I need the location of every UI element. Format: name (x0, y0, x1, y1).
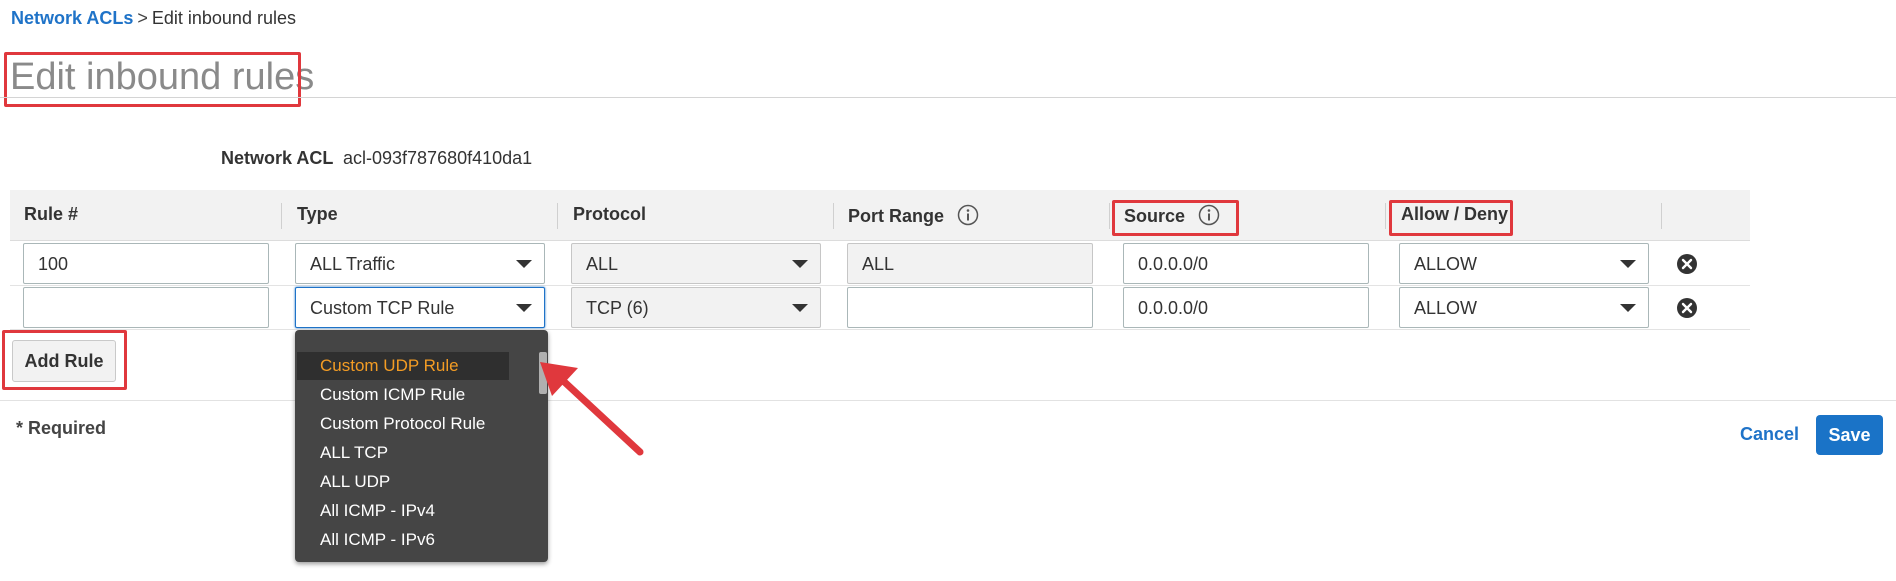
dropdown-option[interactable]: ALL UDP (320, 472, 390, 492)
column-divider (1109, 203, 1110, 229)
protocol-select: ALL (571, 243, 821, 284)
breadcrumb-separator: > (137, 8, 148, 28)
remove-rule-icon[interactable] (1676, 253, 1698, 275)
row-divider (10, 329, 1750, 330)
protocol-select-value: ALL (586, 254, 619, 274)
port-range-input[interactable] (847, 287, 1093, 328)
dropdown-option[interactable]: ALL TCP (320, 443, 388, 463)
allow-deny-select-value: ALLOW (1414, 298, 1478, 318)
type-select[interactable]: ALL Traffic (295, 243, 545, 284)
dropdown-option[interactable]: All ICMP - IPv6 (320, 530, 435, 550)
type-select-value: Custom TCP Rule (310, 298, 455, 318)
breadcrumb-network-acls-link[interactable]: Network ACLs (11, 8, 133, 28)
caret-down-icon (516, 260, 532, 268)
column-divider (1385, 203, 1386, 229)
source-input[interactable]: 0.0.0.0/0 (1123, 243, 1369, 284)
column-divider (557, 203, 558, 229)
footer-divider (0, 400, 1896, 401)
column-divider (833, 203, 834, 229)
cancel-button[interactable]: Cancel (1740, 424, 1799, 445)
annotation-box-add-rule (2, 330, 127, 390)
header-port-range-label: Port Range (848, 206, 945, 226)
dropdown-option[interactable]: All ICMP - IPv4 (320, 501, 435, 521)
caret-down-icon (792, 260, 808, 268)
protocol-select-value: TCP (6) (586, 298, 649, 318)
caret-down-icon (792, 304, 808, 312)
row-divider (10, 285, 1750, 286)
header-type: Type (297, 204, 338, 224)
dropdown-option[interactable]: Custom UDP Rule (320, 356, 459, 376)
type-select[interactable]: Custom TCP Rule (295, 287, 545, 328)
breadcrumb: Network ACLs > Edit inbound rules (11, 8, 296, 29)
caret-down-icon (1620, 260, 1636, 268)
annotation-box-title (4, 52, 301, 107)
allow-deny-select-value: ALLOW (1414, 254, 1478, 274)
column-divider (1661, 203, 1662, 229)
type-dropdown-menu: Custom UDP Rule Custom ICMP Rule Custom … (295, 330, 548, 562)
header-port-range: Port Range (848, 204, 979, 227)
dropdown-option[interactable]: Custom ICMP Rule (320, 385, 465, 405)
caret-down-icon (1620, 304, 1636, 312)
header-protocol: Protocol (573, 204, 647, 224)
header-divider (0, 97, 1896, 98)
source-input[interactable]: 0.0.0.0/0 (1123, 287, 1369, 328)
protocol-select: TCP (6) (571, 287, 821, 328)
annotation-box-source (1112, 200, 1239, 236)
allow-deny-select[interactable]: ALLOW (1399, 243, 1649, 284)
dropdown-option[interactable]: Custom Protocol Rule (320, 414, 485, 434)
remove-rule-icon[interactable] (1676, 297, 1698, 319)
network-acl-label: Network ACL (221, 148, 334, 168)
network-acl-value: acl-093f787680f410da1 (343, 148, 533, 168)
caret-down-icon (516, 304, 532, 312)
allow-deny-select[interactable]: ALLOW (1399, 287, 1649, 328)
annotation-arrow-icon (540, 362, 644, 456)
port-range-input: ALL (847, 243, 1093, 284)
save-button[interactable]: Save (1816, 415, 1883, 455)
column-divider (281, 203, 282, 229)
rule-number-input[interactable]: 100 (23, 243, 269, 284)
header-rule-number: Rule # (24, 204, 79, 224)
annotation-box-allow-deny (1389, 200, 1513, 236)
rule-number-input[interactable] (23, 287, 269, 328)
breadcrumb-current: Edit inbound rules (151, 8, 296, 28)
type-select-value: ALL Traffic (310, 254, 396, 274)
info-icon[interactable] (957, 204, 979, 226)
required-note: * Required (16, 418, 107, 438)
